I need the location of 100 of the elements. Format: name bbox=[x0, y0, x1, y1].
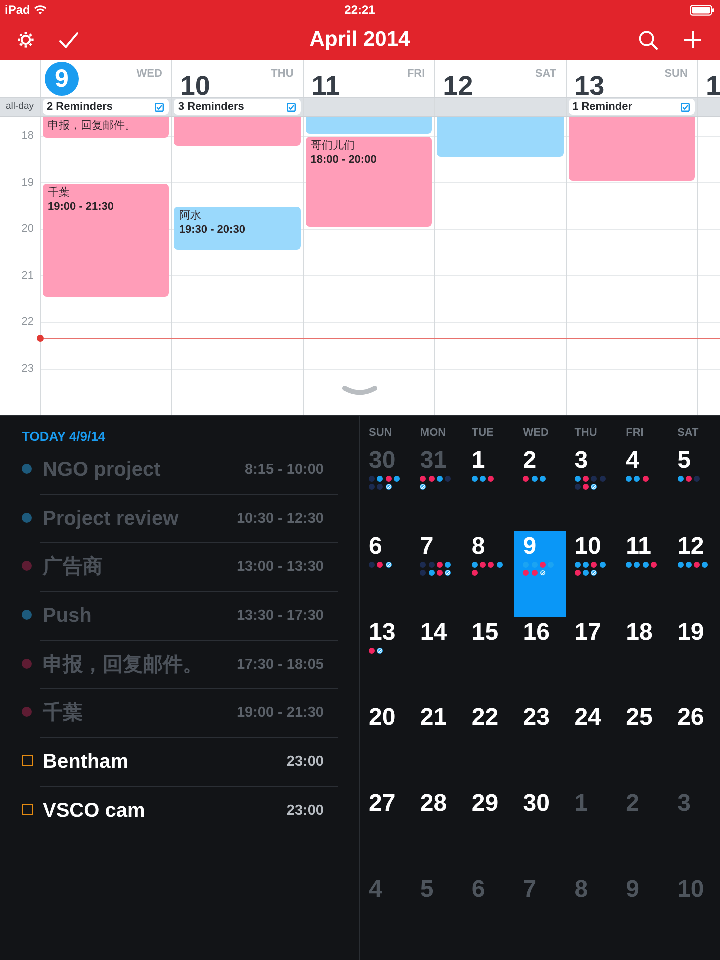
month-title: April 2014 bbox=[310, 27, 410, 53]
day-cell[interactable]: 27 bbox=[360, 788, 412, 874]
today-heading: TODAY 4/9/14 bbox=[22, 429, 106, 444]
day-cell[interactable]: 14 bbox=[411, 616, 463, 702]
weekday-label: WED bbox=[523, 427, 549, 439]
day-cell[interactable]: 19 bbox=[668, 616, 720, 702]
check-circle-icon bbox=[540, 570, 546, 576]
day-cell[interactable]: 11 bbox=[617, 530, 669, 617]
day-cell[interactable]: 22 bbox=[462, 702, 514, 788]
day-number[interactable]: 1 bbox=[706, 75, 720, 97]
reminders-button[interactable]: 1 Reminder bbox=[568, 99, 695, 115]
weekday-label: MON bbox=[420, 427, 446, 439]
day-number[interactable]: 10 bbox=[180, 75, 210, 97]
day-cell[interactable]: 6 bbox=[360, 530, 412, 617]
day-cell[interactable]: 7 bbox=[411, 530, 463, 617]
day-cell[interactable]: 10 bbox=[566, 530, 618, 617]
event-block[interactable]: 阿水 19:30 - 20:30 bbox=[174, 206, 301, 250]
event-block[interactable]: 哥们儿们 18:00 - 20:00 bbox=[306, 137, 432, 228]
hour-label: 22 bbox=[22, 315, 34, 330]
reminder-checkbox[interactable] bbox=[22, 804, 33, 816]
event-title: 千葉 bbox=[48, 186, 71, 200]
battery-icon bbox=[690, 4, 715, 16]
hour-label: 18 bbox=[22, 129, 34, 143]
reminders-button[interactable]: 3 Reminders bbox=[174, 99, 301, 115]
day-cell[interactable]: 1 bbox=[462, 445, 514, 531]
search-icon[interactable] bbox=[639, 30, 658, 50]
checkbox-icon bbox=[680, 102, 690, 112]
checkbox-icon bbox=[155, 102, 164, 112]
agenda-time: 23:00 bbox=[286, 752, 324, 771]
day-cell[interactable]: 20 bbox=[360, 702, 412, 788]
day-cell[interactable]: 28 bbox=[411, 788, 463, 874]
day-cell[interactable]: 17 bbox=[566, 616, 618, 702]
day-cell[interactable]: 12 bbox=[668, 530, 720, 617]
weekday-label: SAT bbox=[535, 68, 557, 81]
day-cell[interactable]: 25 bbox=[617, 702, 669, 788]
weekday-label: TUE bbox=[472, 427, 494, 439]
settings-icon[interactable] bbox=[17, 31, 35, 49]
day-cell[interactable]: 29 bbox=[462, 788, 514, 874]
event-title: 哥们儿们 bbox=[310, 139, 356, 153]
day-cell[interactable]: 13 bbox=[360, 616, 412, 702]
day-cell[interactable]: 3 bbox=[566, 445, 618, 531]
agenda-time: 13:00 - 13:30 bbox=[236, 558, 324, 576]
event-time: 19:30 - 20:30 bbox=[179, 222, 246, 237]
weekday-label: THU bbox=[271, 68, 294, 81]
agenda-time: 17:30 - 18:05 bbox=[236, 656, 324, 674]
day-cell[interactable]: 4 bbox=[617, 445, 669, 531]
weekday-label: WED bbox=[136, 68, 162, 81]
day-cell[interactable]: 24 bbox=[566, 702, 618, 788]
day-cell[interactable]: 5 bbox=[668, 445, 720, 531]
day-cell[interactable]: 26 bbox=[668, 702, 720, 788]
hour-label: 21 bbox=[22, 268, 34, 283]
hour-label: 20 bbox=[22, 222, 34, 236]
day-number[interactable]: 13 bbox=[574, 75, 605, 97]
day-cell[interactable]: 8 bbox=[462, 530, 514, 617]
device-name: iPad bbox=[5, 3, 30, 17]
weekday-label: FRI bbox=[626, 427, 644, 439]
day-cell[interactable]: 16 bbox=[514, 616, 566, 702]
check-icon[interactable] bbox=[59, 32, 79, 48]
weekday-label: THU bbox=[574, 427, 598, 439]
weekday-label: FRI bbox=[407, 68, 426, 81]
event-title: 阿水 bbox=[179, 208, 202, 223]
weekday-label: SUN bbox=[369, 427, 392, 439]
check-circle-icon bbox=[377, 648, 384, 654]
agenda-time: 13:30 - 17:30 bbox=[236, 606, 324, 625]
agenda-title: 申报，回复邮件。 bbox=[43, 652, 203, 677]
hour-label: 23 bbox=[22, 362, 34, 376]
agenda-time: 23:00 bbox=[286, 802, 324, 820]
status-time: 22:21 bbox=[344, 3, 376, 17]
day-cell[interactable]: 2 bbox=[514, 445, 566, 531]
day-cell[interactable]: 23 bbox=[514, 702, 566, 788]
check-circle-icon bbox=[591, 484, 598, 490]
check-circle-icon bbox=[386, 484, 392, 490]
check-circle-icon bbox=[445, 570, 452, 576]
weekday-label: SUN bbox=[664, 68, 688, 81]
day-cell[interactable]: 18 bbox=[617, 616, 669, 702]
check-circle-icon bbox=[386, 562, 392, 568]
day-cell[interactable]: 15 bbox=[462, 616, 514, 702]
day-number[interactable]: 12 bbox=[443, 75, 474, 97]
drag-handle[interactable] bbox=[342, 385, 378, 397]
agenda-time: 8:15 - 10:00 bbox=[245, 460, 324, 479]
agenda-title: VSCO cam bbox=[43, 799, 146, 824]
event-time: 19:00 - 21:30 bbox=[48, 200, 116, 214]
event-block[interactable]: 申报，回复邮件。 bbox=[43, 117, 170, 138]
reminders-button[interactable]: 2 Reminders bbox=[43, 99, 170, 115]
hour-label: 19 bbox=[22, 176, 34, 190]
event-block[interactable]: 千葉 19:00 - 21:30 bbox=[43, 184, 170, 298]
day-cell[interactable]: 21 bbox=[411, 702, 463, 788]
wifi-icon bbox=[34, 5, 48, 15]
add-icon[interactable] bbox=[684, 31, 702, 49]
check-circle-icon bbox=[420, 484, 426, 490]
reminder-checkbox[interactable] bbox=[22, 755, 33, 766]
agenda-time: 19:00 - 21:30 bbox=[236, 704, 324, 722]
day-number[interactable]: 11 bbox=[312, 75, 340, 97]
checkbox-icon bbox=[286, 102, 296, 112]
event-time: 18:00 - 20:00 bbox=[310, 153, 378, 167]
check-circle-icon bbox=[591, 570, 598, 576]
day-cell[interactable]: 30 bbox=[514, 788, 566, 874]
agenda-time: 10:30 - 12:30 bbox=[236, 510, 324, 528]
agenda-title: Push bbox=[43, 604, 92, 628]
agenda-title: Project review bbox=[43, 506, 179, 531]
